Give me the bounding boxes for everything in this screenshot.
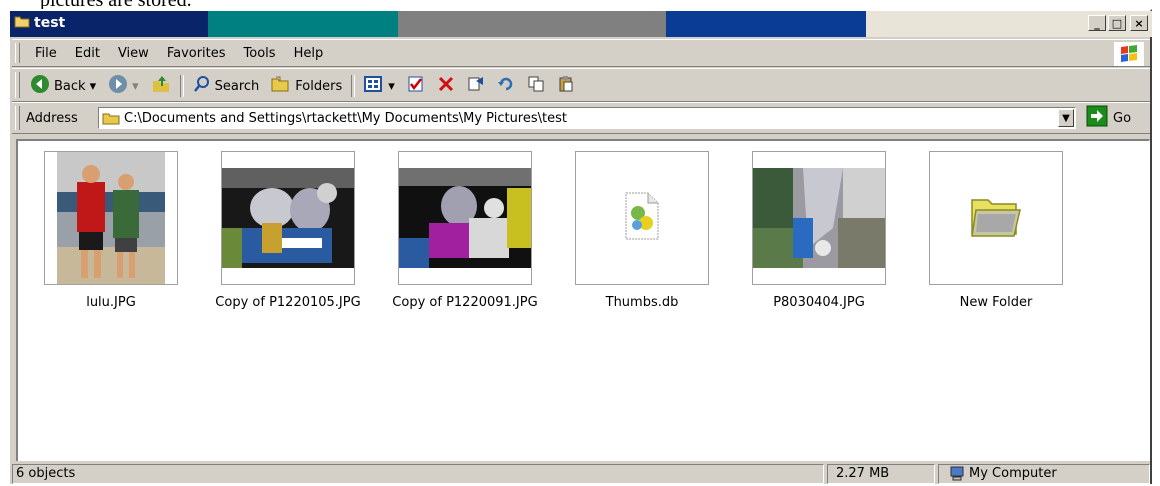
menu-favorites[interactable]: Favorites	[158, 45, 235, 63]
maximize-icon: □	[1111, 16, 1123, 30]
menu-tools[interactable]: Tools	[235, 45, 285, 63]
folder-icon	[14, 14, 30, 32]
menu-bar-grip[interactable]	[15, 43, 20, 63]
folder-icon	[968, 192, 1024, 244]
menu-view[interactable]: View	[109, 45, 158, 63]
delete-button[interactable]	[431, 74, 461, 98]
go-label: Go	[1113, 110, 1132, 126]
menu-bar: File Edit View Favorites Tools Help	[12, 39, 1150, 67]
copy-icon	[527, 75, 545, 97]
close-button[interactable]: ×	[1130, 15, 1148, 31]
photo-thumbnail[interactable]	[398, 151, 532, 285]
forward-button[interactable]: ▾	[102, 74, 145, 98]
paste-button[interactable]	[551, 74, 581, 98]
search-icon	[193, 75, 211, 97]
file-name[interactable]: Thumbs.db	[606, 295, 679, 310]
minimize-button[interactable]: _	[1088, 15, 1106, 31]
folder-thumbnail[interactable]	[929, 151, 1063, 285]
chevron-down-icon[interactable]: ▾	[388, 79, 395, 94]
status-size-pane: 2.27 MB	[827, 464, 935, 484]
status-zone-pane: My Computer	[938, 464, 1150, 484]
toolbar-separator	[179, 75, 184, 97]
photo-thumbnail[interactable]	[752, 151, 886, 285]
file-name[interactable]: Copy of P1220091.JPG	[392, 295, 537, 310]
folders-label: Folders	[295, 78, 343, 94]
search-label: Search	[214, 78, 260, 94]
up-folder-icon	[151, 74, 171, 98]
file-item[interactable]: lulu.JPG	[26, 151, 196, 310]
document-text: pictures are stored.	[40, 0, 192, 11]
close-icon: ×	[1134, 16, 1144, 30]
file-name[interactable]: Copy of P1220105.JPG	[215, 295, 360, 310]
file-item[interactable]: New Folder	[911, 151, 1081, 310]
chevron-down-icon[interactable]: ▾	[132, 79, 139, 94]
properties-icon	[467, 75, 485, 97]
views-icon	[364, 75, 384, 97]
address-bar: Address C:\Documents and Settings\rtacke…	[12, 102, 1150, 134]
address-value[interactable]: C:\Documents and Settings\rtackett\My Do…	[124, 111, 567, 126]
address-label: Address	[26, 111, 78, 126]
status-objects: 6 objects	[12, 464, 824, 484]
menu-edit[interactable]: Edit	[66, 45, 109, 63]
photo-thumbnail[interactable]	[221, 151, 355, 285]
file-item[interactable]: Thumbs.db	[557, 151, 727, 310]
folders-button[interactable]: Folders	[265, 74, 348, 98]
file-thumbnail[interactable]	[575, 151, 709, 285]
address-dropdown-button[interactable]: ▼	[1058, 109, 1074, 127]
chevron-down-icon: ▼	[1062, 112, 1070, 124]
properties-button[interactable]	[461, 74, 491, 98]
file-item[interactable]: Copy of P1220105.JPG	[203, 151, 373, 310]
folders-icon	[271, 75, 291, 97]
search-button[interactable]: Search	[187, 74, 266, 98]
file-icon	[622, 191, 662, 245]
maximize-button[interactable]: □	[1108, 15, 1126, 31]
standard-toolbar: Back ▾ ▾ Search Folders ▾	[12, 68, 1150, 102]
explorer-window: test _ □ × File Edit View Favorites Tool…	[8, 9, 1152, 484]
delete-icon	[437, 75, 455, 97]
photo-thumbnail[interactable]	[44, 151, 178, 285]
back-button[interactable]: Back ▾	[24, 74, 102, 98]
title-bar[interactable]: test _ □ ×	[10, 11, 1152, 37]
window-title: test	[34, 15, 66, 31]
forward-arrow-icon	[108, 74, 128, 98]
folder-icon	[102, 111, 120, 125]
go-arrow-icon	[1086, 105, 1108, 131]
file-name[interactable]: lulu.JPG	[86, 295, 136, 310]
file-name[interactable]: P8030404.JPG	[773, 295, 865, 310]
file-item[interactable]: Copy of P1220091.JPG	[380, 151, 550, 310]
menu-help[interactable]: Help	[285, 45, 333, 63]
windows-logo-icon	[1114, 42, 1144, 66]
object-count: 6 objects	[16, 466, 76, 481]
back-label: Back	[54, 78, 86, 94]
go-button[interactable]: Go	[1086, 105, 1132, 131]
file-name[interactable]: New Folder	[960, 295, 1033, 310]
total-size: 2.27 MB	[836, 466, 890, 481]
copy-button[interactable]	[521, 74, 551, 98]
move-to-icon	[407, 75, 425, 97]
views-button[interactable]: ▾	[358, 74, 401, 98]
move-to-button[interactable]	[401, 74, 431, 98]
undo-button[interactable]	[491, 74, 521, 98]
file-view[interactable]: lulu.JPG Copy of P1220105.JPG Copy of P1…	[16, 139, 1150, 461]
chevron-down-icon[interactable]: ▾	[90, 79, 97, 94]
menu-file[interactable]: File	[26, 45, 66, 63]
my-computer-icon	[949, 466, 965, 482]
toolbar-grip[interactable]	[15, 72, 20, 98]
up-button[interactable]	[145, 74, 177, 98]
undo-icon	[497, 75, 515, 97]
address-bar-grip[interactable]	[15, 106, 20, 130]
toolbar-separator	[351, 75, 356, 97]
minimize-icon: _	[1094, 16, 1100, 30]
back-arrow-icon	[30, 74, 50, 98]
zone-label: My Computer	[969, 466, 1057, 481]
address-field[interactable]: C:\Documents and Settings\rtackett\My Do…	[98, 107, 1076, 129]
file-item[interactable]: P8030404.JPG	[734, 151, 904, 310]
paste-icon	[557, 75, 575, 97]
status-bar: 6 objects 2.27 MB My Computer	[10, 462, 1152, 486]
